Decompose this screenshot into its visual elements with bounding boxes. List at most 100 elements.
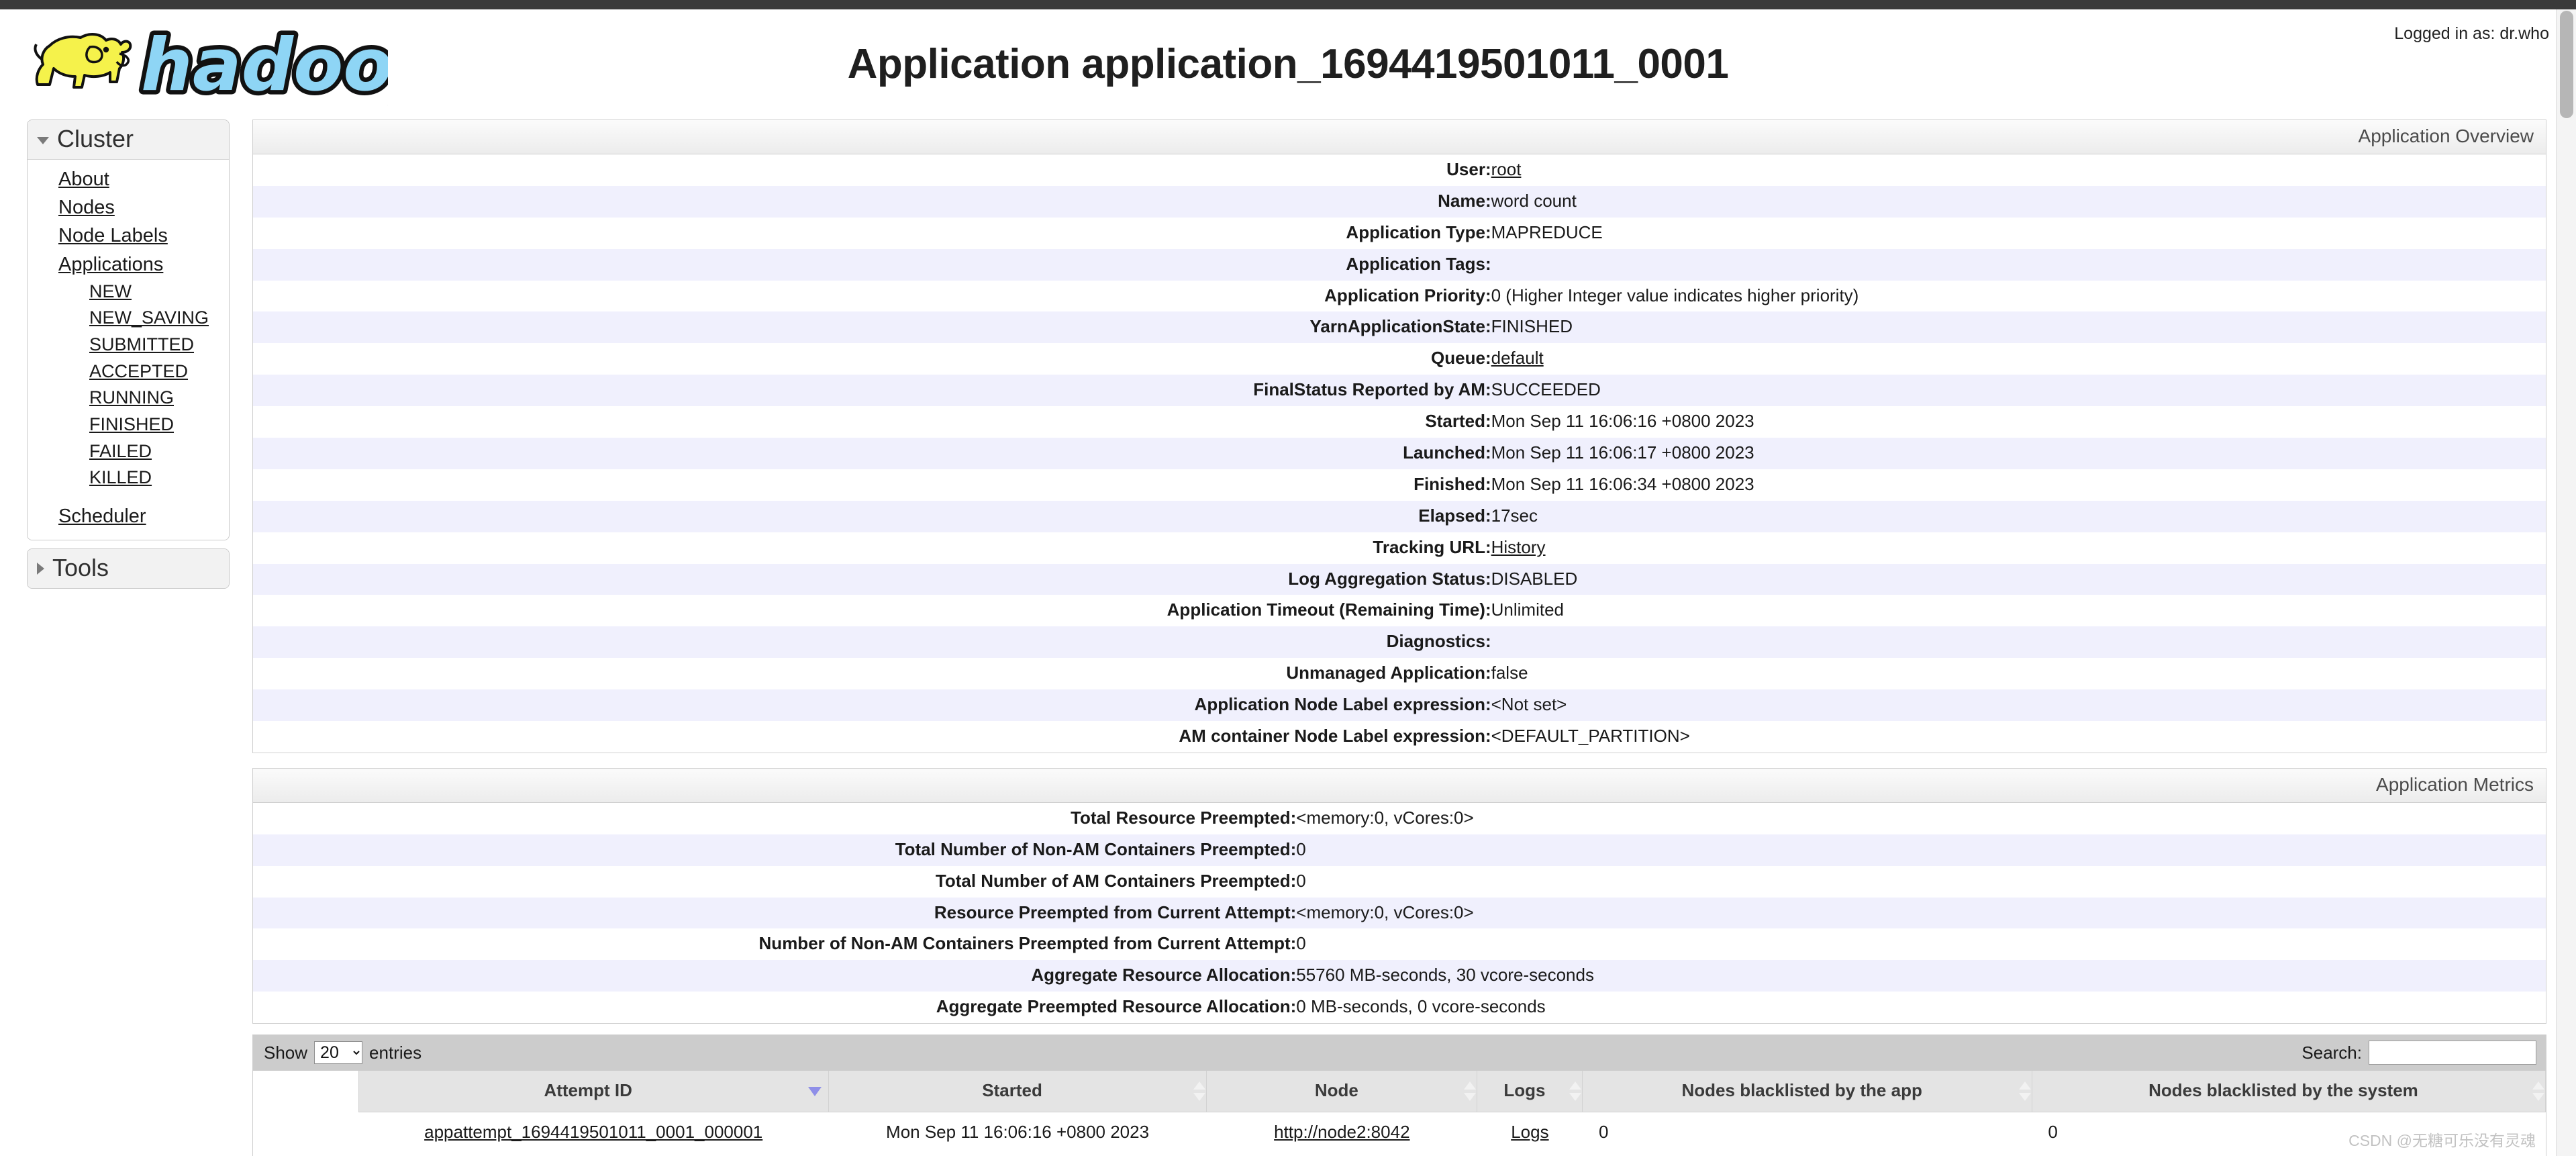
attempts-table: Attempt ID Started Node Logs Nodes black… <box>253 1071 2546 1154</box>
table-row: Finished: Mon Sep 11 16:06:34 +0800 2023 <box>253 469 2546 501</box>
column-header-nodes-blacklisted-app-label: Nodes blacklisted by the app <box>1681 1080 1922 1101</box>
datatable-footer: Showing 1 to 1 of 1 entries First Previo… <box>253 1153 2546 1156</box>
tracking-url-link[interactable]: History <box>1491 537 1546 557</box>
overview-key-yarn-application-state: YarnApplicationState: <box>1309 316 1491 337</box>
sidebar-item-state-accepted[interactable]: ACCEPTED <box>28 358 229 385</box>
sidebar-item-node-labels[interactable]: Node Labels <box>28 222 229 250</box>
overview-value-application-timeout: Unlimited <box>1491 599 1564 620</box>
overview-key-am-container-node-label-expression: AM container Node Label expression: <box>1179 726 1491 746</box>
overview-key-application-timeout: Application Timeout (Remaining Time): <box>1167 599 1491 620</box>
sidebar-item-state-killed[interactable]: KILLED <box>28 465 229 491</box>
column-header-node-label: Node <box>1314 1080 1358 1101</box>
sidebar-item-applications[interactable]: Applications <box>28 250 229 279</box>
application-metrics-body: Total Resource Preempted: <memory:0, vCo… <box>253 802 2546 1024</box>
table-row: AM container Node Label expression: <DEF… <box>253 721 2546 753</box>
table-row: Aggregate Preempted Resource Allocation:… <box>253 992 2546 1024</box>
sidebar-item-state-submitted[interactable]: SUBMITTED <box>28 332 229 358</box>
overview-key-user: User: <box>1446 159 1491 179</box>
column-header-logs[interactable]: Logs <box>1477 1071 1583 1113</box>
application-metrics-title: Application Metrics <box>253 768 2546 803</box>
overview-key-elapsed: Elapsed: <box>1418 505 1491 526</box>
overview-value-launched: Mon Sep 11 16:06:17 +0800 2023 <box>1491 442 1754 463</box>
column-header-attempt-id[interactable]: Attempt ID <box>358 1071 829 1113</box>
overview-value-am-container-node-label-expression: <DEFAULT_PARTITION> <box>1491 726 1690 746</box>
cell-node: http://node2:8042 <box>1206 1112 1477 1154</box>
nav-header-tools[interactable]: Tools <box>28 549 229 588</box>
search-input[interactable] <box>2369 1041 2536 1065</box>
column-header-nodes-blacklisted-app[interactable]: Nodes blacklisted by the app <box>1582 1071 2032 1113</box>
application-metrics-panel: Application Metrics Total Resource Preem… <box>252 767 2546 1024</box>
browser-chrome-topbar <box>0 0 2576 9</box>
column-header-node[interactable]: Node <box>1206 1071 1478 1113</box>
sidebar-item-state-running[interactable]: RUNNING <box>28 385 229 412</box>
sidebar-item-scheduler[interactable]: Scheduler <box>28 502 229 530</box>
table-row: Tracking URL: History <box>253 532 2546 564</box>
page-scrollbar[interactable] <box>2556 9 2576 1156</box>
metrics-key-aggregate-resource-allocation: Aggregate Resource Allocation: <box>1031 965 1297 985</box>
logs-link[interactable]: Logs <box>1511 1122 1548 1142</box>
nav-header-cluster[interactable]: Cluster <box>28 120 229 160</box>
overview-key-queue: Queue: <box>1431 348 1491 369</box>
table-row: Aggregate Resource Allocation: 55760 MB-… <box>253 960 2546 992</box>
overview-value-application-tags <box>1491 249 2546 281</box>
main-content: Application Overview User: root Name: wo… <box>230 119 2576 1156</box>
overview-key-final-status: FinalStatus Reported by AM: <box>1253 379 1491 400</box>
cell-attempt-id: appattempt_1694419501011_0001_000001 <box>358 1112 829 1154</box>
node-link[interactable]: http://node2:8042 <box>1274 1122 1409 1142</box>
attempt-id-link[interactable]: appattempt_1694419501011_0001_000001 <box>424 1122 762 1142</box>
overview-value-log-aggregation-status: DISABLED <box>1491 568 1578 589</box>
overview-key-finished: Finished: <box>1414 473 1491 494</box>
overview-value-final-status: SUCCEEDED <box>1491 379 1601 400</box>
cell-started: Mon Sep 11 16:06:16 +0800 2023 <box>828 1112 1207 1154</box>
metrics-value-total-am-containers-preempted: 0 <box>1296 870 1306 891</box>
table-row: Queue: default <box>253 343 2546 375</box>
column-header-started[interactable]: Started <box>828 1071 1207 1113</box>
table-row: Application Type: MAPREDUCE <box>253 217 2546 249</box>
metrics-key-total-am-containers-preempted: Total Number of AM Containers Preempted: <box>935 870 1297 891</box>
sidebar-item-state-new[interactable]: NEW <box>28 279 229 305</box>
overview-value-application-type: MAPREDUCE <box>1491 222 1603 242</box>
overview-key-application-tags: Application Tags: <box>1346 253 1491 274</box>
column-spacer <box>253 1071 359 1112</box>
overview-value-user: root <box>1491 154 2546 186</box>
metrics-key-aggregate-preempted-resource-allocation: Aggregate Preempted Resource Allocation: <box>936 996 1297 1017</box>
overview-key-diagnostics: Diagnostics: <box>1386 631 1491 652</box>
queue-link[interactable]: default <box>1491 348 1544 368</box>
overview-key-application-type: Application Type: <box>1346 222 1491 242</box>
logged-in-user: Logged in as: dr.who <box>2394 24 2549 43</box>
sidebar-item-state-new-saving[interactable]: NEW_SAVING <box>28 305 229 332</box>
scrollbar-thumb[interactable] <box>2560 11 2573 118</box>
overview-value-started: Mon Sep 11 16:06:16 +0800 2023 <box>1491 411 1754 432</box>
user-link[interactable]: root <box>1491 159 1522 179</box>
app-attempts-datatable: Show 20 40 60 80 100 entries Search: <box>252 1034 2546 1156</box>
sidebar-item-state-finished[interactable]: FINISHED <box>28 412 229 438</box>
row-spacer <box>253 1112 359 1154</box>
column-header-started-label: Started <box>982 1080 1042 1101</box>
sidebar-item-state-failed[interactable]: FAILED <box>28 438 229 465</box>
table-row: Elapsed: 17sec <box>253 500 2546 532</box>
metrics-value-non-am-containers-preempted-current-attempt: 0 <box>1296 933 1306 954</box>
table-row: Diagnostics: <box>253 626 2546 659</box>
metrics-key-resource-preempted-current-attempt: Resource Preempted from Current Attempt: <box>934 902 1297 922</box>
page-layout: Cluster About Nodes Node Labels Applicat… <box>0 117 2576 1156</box>
table-row: Resource Preempted from Current Attempt:… <box>253 897 2546 929</box>
nav-block-cluster: Cluster About Nodes Node Labels Applicat… <box>27 119 230 541</box>
table-row: Application Tags: <box>253 248 2546 281</box>
table-row: Unmanaged Application: false <box>253 658 2546 690</box>
cell-logs: Logs <box>1477 1112 1583 1154</box>
overview-value-elapsed: 17sec <box>1491 505 1538 526</box>
overview-key-started: Started: <box>1425 411 1491 432</box>
entries-label: entries <box>369 1042 422 1063</box>
overview-key-log-aggregation-status: Log Aggregation Status: <box>1288 568 1491 589</box>
column-header-nodes-blacklisted-system[interactable]: Nodes blacklisted by the system <box>2031 1071 2546 1113</box>
sidebar-item-about[interactable]: About <box>28 165 229 193</box>
page-length-select[interactable]: 20 40 60 80 100 <box>314 1041 363 1065</box>
overview-value-yarn-application-state: FINISHED <box>1491 316 1573 337</box>
overview-key-tracking-url: Tracking URL: <box>1373 536 1491 557</box>
application-overview-table: User: root Name: word count Application … <box>253 154 2546 753</box>
chevron-down-icon <box>37 137 49 145</box>
attempts-table-body: appattempt_1694419501011_0001_000001 Mon… <box>253 1112 2546 1154</box>
sidebar-item-nodes[interactable]: Nodes <box>28 193 229 222</box>
application-overview-title: Application Overview <box>253 120 2546 154</box>
table-row: Total Resource Preempted: <memory:0, vCo… <box>253 802 2546 834</box>
